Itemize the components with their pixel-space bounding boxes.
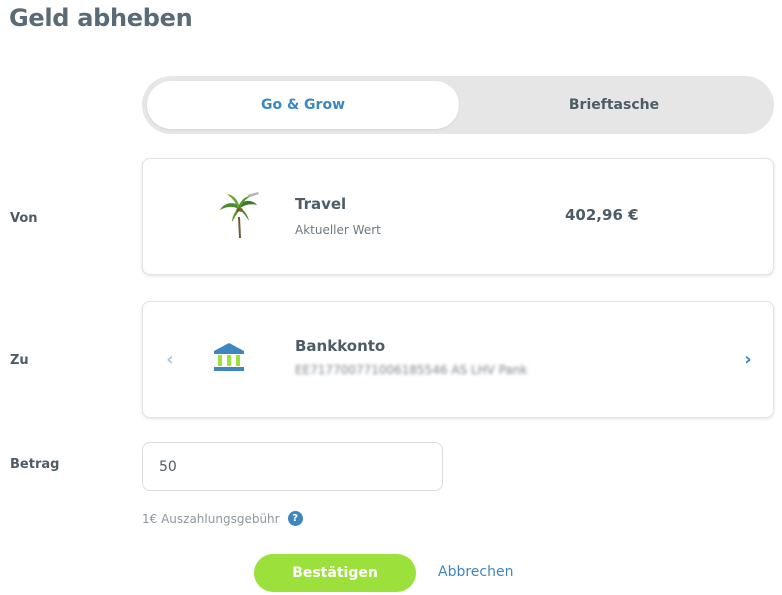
bank-account-name: Bankkonto — [295, 337, 386, 355]
palm-tree-icon — [220, 192, 259, 238]
chevron-right-icon[interactable]: › — [739, 348, 757, 370]
amount-input[interactable] — [142, 442, 443, 491]
page-title: Geld abheben — [9, 4, 193, 32]
tab-go-and-grow[interactable]: Go & Grow — [147, 81, 459, 129]
cancel-link[interactable]: Abbrechen — [438, 564, 513, 580]
goal-value: 402,96 € — [565, 206, 639, 224]
tab-wallet[interactable]: Brieftasche — [459, 81, 769, 129]
amount-label: Betrag — [10, 457, 60, 472]
fee-note: 1€ Auszahlungsgebühr ? — [142, 511, 303, 526]
goal-name: Travel — [295, 195, 347, 213]
bank-icon — [214, 343, 244, 371]
bank-account-iban: EE717700771006185546 AS LHV Pank — [295, 363, 528, 377]
fee-text: 1€ Auszahlungsgebühr — [142, 511, 280, 526]
from-account-card[interactable]: Travel Aktueller Wert 402,96 € — [142, 158, 774, 275]
chevron-left-icon[interactable]: ‹ — [161, 348, 179, 370]
help-icon[interactable]: ? — [287, 511, 303, 526]
to-account-card: ‹ Bankkonto EE717700771006185546 AS LHV … — [142, 301, 774, 418]
confirm-button[interactable]: Bestätigen — [254, 554, 416, 592]
goal-subtitle: Aktueller Wert — [295, 223, 381, 237]
from-label: Von — [10, 211, 38, 226]
source-tab-switch: Go & Grow Brieftasche — [142, 76, 774, 134]
to-label: Zu — [10, 353, 29, 368]
